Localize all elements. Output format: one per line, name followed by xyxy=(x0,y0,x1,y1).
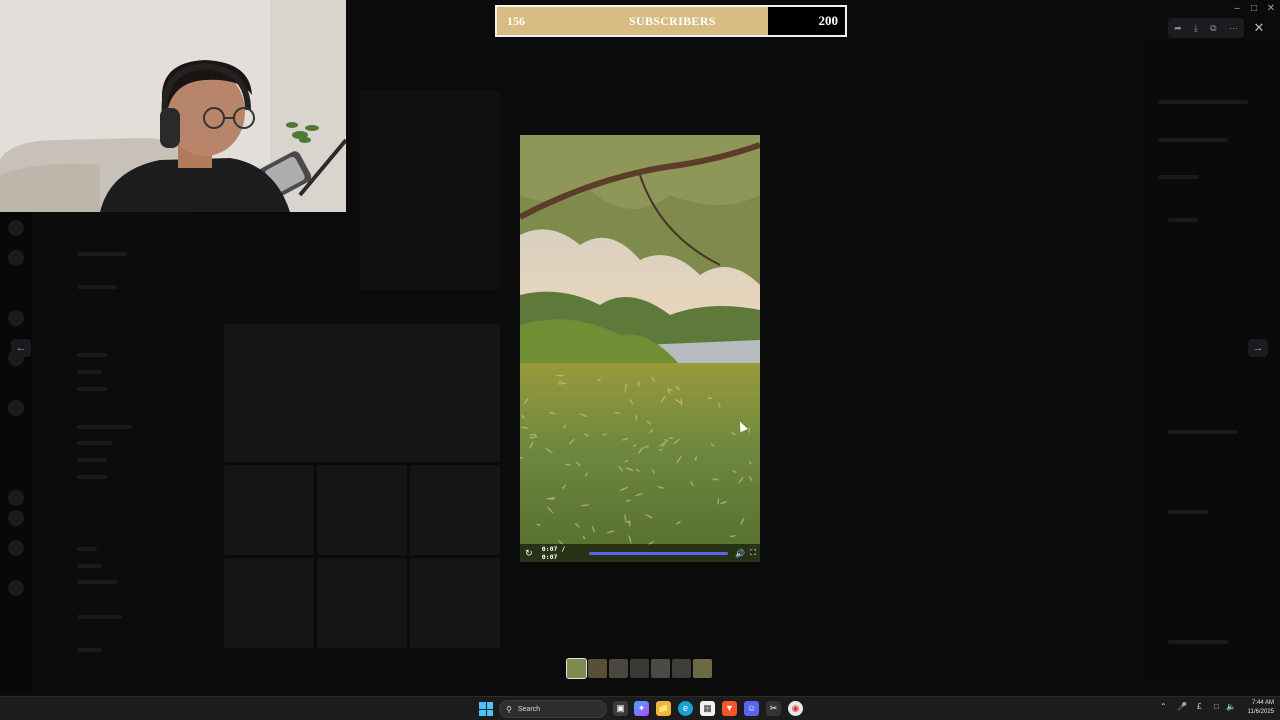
thumbnail-item[interactable] xyxy=(693,659,712,678)
copilot-icon[interactable]: ✦ xyxy=(634,701,649,716)
subscriber-goal-count: 200 xyxy=(818,13,839,28)
taskbar: ⚲ Search ▣ ✦ 📁 e ▦ ▼ ☺ ✂ ◉ ⌃ 🎤 £ □ 🔈 7:4… xyxy=(0,696,1280,720)
network-icon[interactable]: □ xyxy=(1214,702,1219,711)
thumbnail-strip xyxy=(566,658,712,679)
chevron-up-icon[interactable]: ⌃ xyxy=(1160,702,1167,711)
chrome-icon[interactable]: ◉ xyxy=(788,701,803,716)
member-list xyxy=(1150,40,1280,680)
thumbnail-item[interactable] xyxy=(672,659,691,678)
thumbnail-item[interactable] xyxy=(566,658,587,679)
open-external-icon[interactable]: ⧉ xyxy=(1210,23,1216,34)
snipping-icon[interactable]: ✂ xyxy=(766,701,781,716)
taskbar-search[interactable]: ⚲ Search xyxy=(499,700,607,718)
forward-icon[interactable]: ➦ xyxy=(1174,23,1182,34)
bg-grid-image xyxy=(224,558,314,648)
replay-icon[interactable]: ↻ xyxy=(523,548,535,559)
fullscreen-icon[interactable]: ⛶ xyxy=(750,548,760,558)
edge-icon[interactable]: e xyxy=(678,701,693,716)
thumbnail-item[interactable] xyxy=(609,659,628,678)
discord-icon[interactable]: ☺ xyxy=(744,701,759,716)
store-icon[interactable]: ▦ xyxy=(700,701,715,716)
video-controls: ↻ 0:07 / 0:07 🔊 ⛶ xyxy=(520,544,760,562)
brave-icon[interactable]: ▼ xyxy=(722,701,737,716)
close-icon[interactable]: ✕ xyxy=(1262,3,1280,14)
search-label: Search xyxy=(517,705,541,713)
thumbnail-item[interactable] xyxy=(630,659,649,678)
bg-grid-image xyxy=(317,465,407,555)
clock-time: 7:44 AM xyxy=(1251,700,1274,706)
pound-icon[interactable]: £ xyxy=(1197,702,1201,711)
file-explorer-icon[interactable]: 📁 xyxy=(656,701,671,716)
system-clock[interactable]: 7:44 AM 11/6/2025 xyxy=(1238,699,1274,717)
channel-list xyxy=(32,210,192,690)
search-icon: ⚲ xyxy=(506,704,512,714)
more-icon[interactable]: ⋯ xyxy=(1229,23,1238,34)
video-seek-bar[interactable] xyxy=(588,551,729,555)
video-progress-fill xyxy=(588,551,729,555)
volume-icon[interactable]: 🔈 xyxy=(1226,702,1236,711)
webcam-overlay xyxy=(0,0,346,212)
task-view-icon[interactable]: ▣ xyxy=(613,701,628,716)
viewer-close-button[interactable]: ✕ xyxy=(1250,18,1268,38)
subscriber-current-count: 156 xyxy=(507,14,525,28)
video-player[interactable]: ↻ 0:07 / 0:07 🔊 ⛶ xyxy=(520,135,760,562)
video-frame xyxy=(520,135,760,562)
bg-panel xyxy=(360,90,500,290)
previous-media-button[interactable]: ← xyxy=(11,339,31,357)
screen: 156 SUBSCRIBERS 200 – □ ✕ ➦ ⤓ ⧉ ⋯ ✕ ← → xyxy=(0,0,1280,720)
bg-post-image xyxy=(224,324,500,462)
maximize-icon[interactable]: □ xyxy=(1245,3,1263,14)
server-rail xyxy=(0,210,32,690)
thumbnail-item[interactable] xyxy=(651,659,670,678)
subscriber-label: SUBSCRIBERS xyxy=(629,14,716,28)
bg-grid-image xyxy=(317,558,407,648)
next-media-button[interactable]: → xyxy=(1248,339,1268,357)
arrow-left-icon: ← xyxy=(15,342,27,354)
thumbnail-item[interactable] xyxy=(588,659,607,678)
close-icon: ✕ xyxy=(1253,20,1265,35)
volume-icon[interactable]: 🔊 xyxy=(735,549,745,558)
bg-grid-image xyxy=(410,558,500,648)
arrow-right-icon: → xyxy=(1252,342,1264,354)
microphone-icon[interactable]: 🎤 xyxy=(1177,702,1187,711)
viewer-toolbar: ➦ ⤓ ⧉ ⋯ xyxy=(1168,18,1244,38)
video-time: 0:07 / 0:07 xyxy=(541,545,566,561)
bg-grid-image xyxy=(410,465,500,555)
start-button[interactable] xyxy=(479,702,493,716)
clock-date: 11/6/2025 xyxy=(1247,709,1274,715)
download-icon[interactable]: ⤓ xyxy=(1194,23,1198,34)
bg-grid-image xyxy=(224,465,314,555)
subscriber-goal-bar: 156 SUBSCRIBERS 200 xyxy=(495,5,847,37)
minimize-icon[interactable]: – xyxy=(1228,3,1246,14)
